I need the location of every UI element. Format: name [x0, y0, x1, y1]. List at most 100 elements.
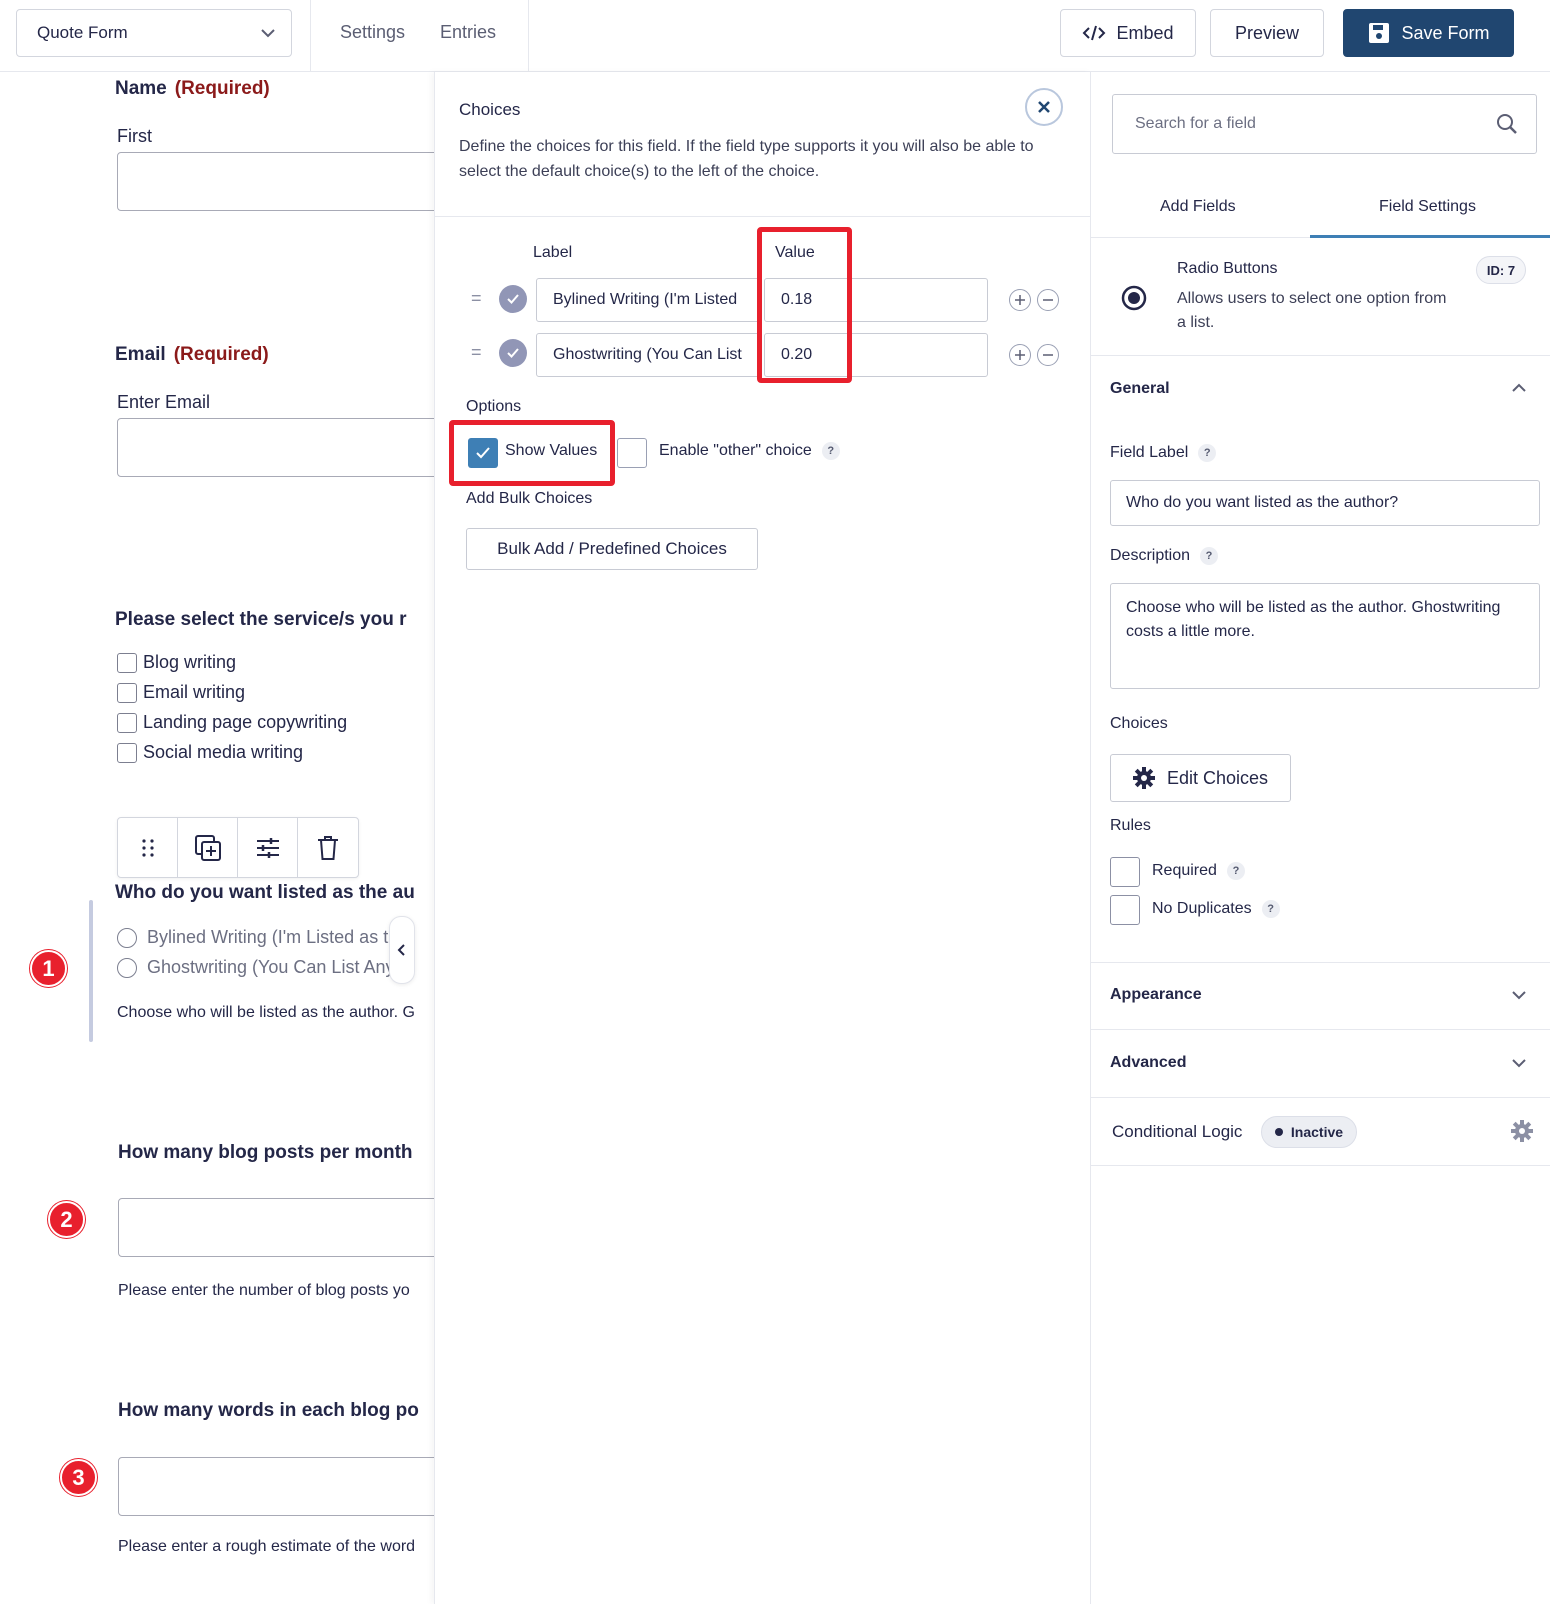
help-icon[interactable]: ? [821, 442, 840, 460]
tab-field-settings[interactable]: Field Settings [1379, 198, 1476, 216]
divider [1091, 1029, 1550, 1030]
show-values-highlight [449, 420, 615, 486]
radio-button[interactable] [117, 927, 137, 948]
author-option[interactable]: Bylined Writing (I'm Listed as the [117, 927, 408, 948]
no-duplicates-rule-label: No Duplicates? [1152, 900, 1280, 918]
plus-icon [1015, 350, 1025, 360]
choices-panel-title: Choices [459, 100, 521, 119]
collapse-panel-toggle[interactable] [389, 916, 415, 984]
help-icon[interactable]: ? [1261, 900, 1280, 918]
entries-link[interactable]: Entries [440, 22, 496, 43]
author-field-label[interactable]: Who do you want listed as the au [115, 882, 415, 904]
close-choices-button[interactable] [1025, 88, 1063, 126]
service-option[interactable]: Email writing [117, 682, 245, 703]
form-selector[interactable]: Quote Form [16, 9, 292, 57]
service-option-label: Blog writing [143, 652, 237, 672]
drag-handle[interactable] [118, 818, 178, 877]
remove-choice-button[interactable] [1037, 344, 1059, 366]
required-marker: (Required) [174, 78, 270, 99]
posts-input[interactable] [118, 1198, 435, 1257]
drag-handle-icon[interactable]: = [471, 342, 482, 363]
posts-field-label[interactable]: How many blog posts per month [118, 1142, 413, 1164]
required-rule-text: Required [1152, 862, 1217, 880]
field-label-input[interactable]: Who do you want listed as the author? [1110, 480, 1540, 526]
field-type-name: Radio Buttons [1177, 260, 1278, 277]
words-input[interactable] [118, 1457, 435, 1516]
search-icon [1497, 114, 1517, 134]
service-option[interactable]: Blog writing [117, 652, 236, 673]
gear-icon[interactable] [1511, 1120, 1533, 1142]
rules-heading: Rules [1110, 817, 1151, 834]
email-input[interactable] [117, 418, 435, 477]
embed-button[interactable]: Embed [1060, 9, 1196, 57]
service-option[interactable]: Social media writing [117, 742, 303, 763]
chevron-up-icon[interactable] [1511, 382, 1527, 394]
services-field-label[interactable]: Please select the service/s you r [115, 609, 407, 631]
plus-icon [1015, 295, 1025, 305]
first-name-input[interactable] [117, 152, 435, 211]
delete-field-button[interactable] [298, 818, 358, 877]
conditional-logic-label[interactable]: Conditional Logic [1112, 1122, 1242, 1142]
default-choice-toggle[interactable] [499, 339, 527, 367]
add-choice-button[interactable] [1009, 289, 1031, 311]
preview-button[interactable]: Preview [1210, 9, 1324, 57]
help-icon[interactable]: ? [1200, 547, 1219, 565]
required-checkbox[interactable] [1110, 857, 1140, 887]
duplicate-field-button[interactable] [178, 818, 238, 877]
radio-button[interactable] [117, 957, 137, 978]
checkbox[interactable] [117, 742, 137, 763]
enable-other-checkbox[interactable] [617, 438, 647, 468]
author-option-label: Bylined Writing (I'm Listed as the [147, 927, 409, 947]
field-settings-button[interactable] [238, 818, 298, 877]
email-label-text: Email [115, 344, 166, 365]
words-field-label[interactable]: How many words in each blog po [118, 1400, 419, 1422]
field-search-input[interactable]: Search for a field [1112, 94, 1537, 154]
description-textarea[interactable]: Choose who will be listed as the author.… [1110, 583, 1540, 689]
settings-link[interactable]: Settings [340, 22, 405, 43]
no-duplicates-checkbox[interactable] [1110, 895, 1140, 925]
edit-choices-label: Edit Choices [1166, 767, 1269, 788]
help-icon[interactable]: ? [1226, 862, 1245, 880]
radio-button-icon [1121, 285, 1147, 311]
edit-choices-button[interactable]: Edit Choices [1110, 754, 1291, 802]
name-field-label[interactable]: Name (Required) [115, 78, 270, 100]
checkbox[interactable] [117, 682, 137, 703]
author-option[interactable]: Ghostwriting (You Can List Any A [117, 957, 410, 978]
remove-choice-button[interactable] [1037, 289, 1059, 311]
checkbox[interactable] [117, 712, 137, 733]
divider [435, 216, 1090, 217]
general-section-header[interactable]: General [1110, 380, 1170, 398]
divider [528, 0, 529, 72]
appearance-section-header[interactable]: Appearance [1110, 986, 1202, 1004]
default-choice-toggle[interactable] [499, 285, 527, 313]
save-form-button[interactable]: Save Form [1343, 9, 1514, 57]
drag-handle-icon[interactable]: = [471, 288, 482, 309]
chevron-left-icon [397, 944, 405, 956]
drag-dots-icon [141, 838, 154, 857]
tab-add-fields[interactable]: Add Fields [1160, 198, 1236, 216]
chevron-down-icon[interactable] [1511, 989, 1527, 1001]
checkbox[interactable] [117, 652, 137, 673]
service-option[interactable]: Landing page copywriting [117, 712, 347, 733]
chevron-down-icon[interactable] [1511, 1057, 1527, 1069]
selected-field-indicator [89, 900, 93, 1042]
bulk-add-button[interactable]: Bulk Add / Predefined Choices [466, 528, 758, 570]
email-field-label[interactable]: Email (Required) [115, 344, 269, 366]
add-choice-button[interactable] [1009, 344, 1031, 366]
search-placeholder: Search for a field [1135, 115, 1256, 132]
active-tab-indicator [1310, 235, 1550, 238]
advanced-section-header[interactable]: Advanced [1110, 1054, 1186, 1072]
status-dot-icon [1274, 1128, 1283, 1136]
field-toolbar [117, 817, 359, 878]
required-marker: (Required) [173, 344, 269, 365]
choice-label-input[interactable]: Bylined Writing (I'm Listed [536, 278, 760, 322]
enter-email-sublabel: Enter Email [117, 392, 211, 412]
minus-icon [1043, 299, 1053, 301]
help-icon[interactable]: ? [1198, 444, 1217, 462]
field-id-badge: ID: 7 [1476, 256, 1526, 284]
choice-label-input[interactable]: Ghostwriting (You Can List [536, 333, 760, 377]
name-label-text: Name [115, 78, 167, 99]
minus-icon [1043, 354, 1053, 356]
close-icon [1038, 101, 1050, 113]
check-icon [507, 348, 519, 358]
